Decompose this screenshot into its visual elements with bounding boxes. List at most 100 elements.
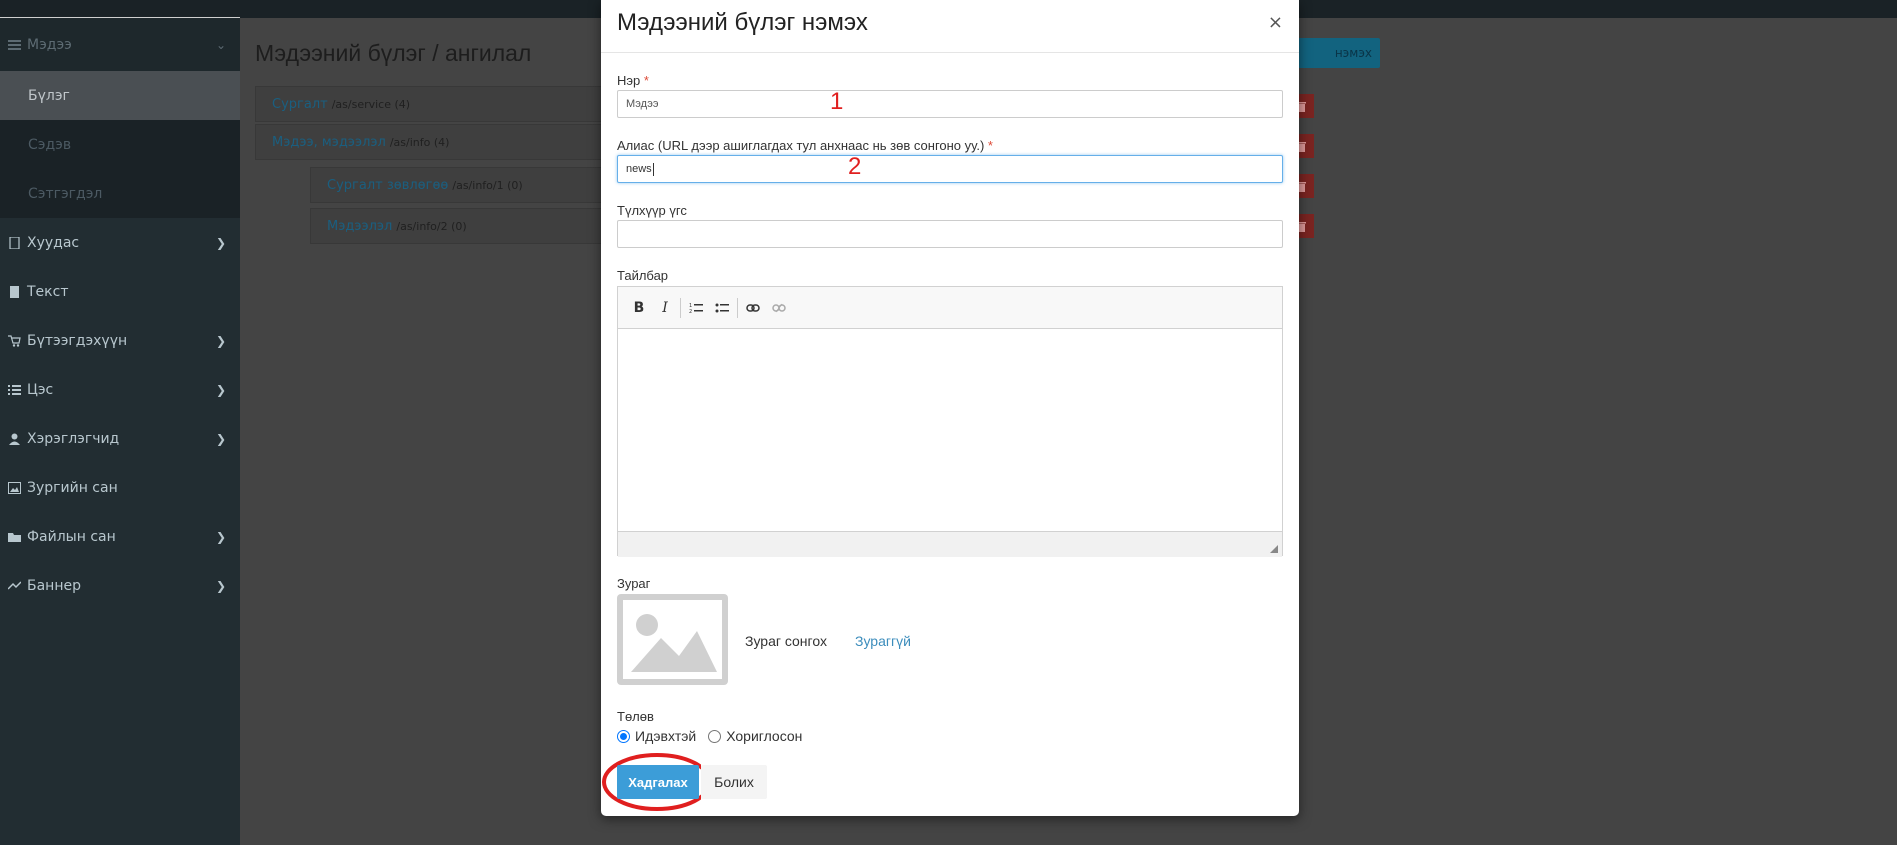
alias-label: Алиас (URL дээр ашиглагдах тул анхнаас н… [617, 138, 993, 153]
document-icon [8, 285, 21, 298]
file-icon [8, 235, 21, 250]
sidebar-item-label: Мэдээ [27, 36, 72, 53]
cancel-button[interactable]: Болих [701, 765, 767, 799]
toolbar-divider [680, 297, 681, 318]
list-icon [8, 39, 21, 51]
add-category-modal: Мэдээний бүлэг нэмэх × Нэр * Мэдээ 1 Али… [601, 0, 1299, 816]
rich-text-editor: B I 12 [617, 286, 1283, 557]
chevron-right-icon: ❯ [215, 235, 226, 250]
svg-text:2: 2 [689, 309, 692, 314]
editor-statusbar [618, 531, 1282, 557]
chevron-right-icon: ❯ [215, 333, 226, 348]
tree-row-name[interactable]: Сургалт зөвлөгөө [327, 178, 448, 193]
sidebar-item-users[interactable]: Хэрэглэгчид ❯ [0, 414, 240, 463]
sidebar-subitem-label: Сэтгэгдэл [28, 185, 103, 202]
list-icon [8, 384, 21, 396]
annotation-2: 2 [848, 153, 862, 180]
sidebar-subitem-topic[interactable]: Сэдэв [0, 120, 240, 169]
choose-image-button[interactable]: Зураг сонгох [745, 633, 827, 649]
tree-row-name[interactable]: Мэдээлэл [327, 219, 392, 234]
tree-row[interactable]: Сургалт зөвлөгөө /as/info/1 (0) [310, 167, 635, 203]
chevron-right-icon: ❯ [215, 529, 226, 544]
add-button-label: нэмэх [1334, 46, 1372, 60]
name-input-value: Мэдээ [626, 98, 659, 110]
tree-row-path: /as/service (4) [331, 97, 411, 111]
description-label: Тайлбар [617, 268, 669, 283]
sidebar-item-label: Зургийн сан [27, 479, 118, 496]
sidebar-subitem-label: Сэдэв [28, 136, 72, 153]
add-button[interactable]: нэмэх [1290, 38, 1380, 68]
name-label: Нэр * [617, 73, 649, 88]
tree-row-path: /as/info/2 (0) [396, 219, 467, 233]
required-mark: * [643, 73, 649, 88]
name-label-text: Нэр [617, 73, 641, 88]
page-title: Мэдээний бүлэг / ангилал [255, 40, 532, 66]
sidebar-item-gallery[interactable]: Зургийн сан [0, 463, 240, 512]
sidebar-item-label: Файлын сан [27, 528, 116, 545]
resize-handle[interactable] [1270, 545, 1278, 553]
sidebar-item-pages[interactable]: Хуудас ❯ [0, 218, 240, 267]
sidebar-item-products[interactable]: Бүтээгдэхүүн ❯ [0, 316, 240, 365]
bullet-list-icon[interactable] [709, 295, 735, 321]
status-active-radio[interactable] [617, 729, 630, 743]
tree-row[interactable]: Мэдээлэл /as/info/2 (0) [310, 208, 635, 244]
link-icon[interactable] [740, 295, 766, 321]
text-caret [652, 162, 654, 176]
status-radio-group: Идэвхтэй Хориглосон [617, 728, 802, 744]
image-icon [8, 481, 21, 494]
banner-icon [7, 580, 22, 592]
sidebar-item-text[interactable]: Текст [0, 267, 240, 316]
sidebar: Мэдээ ⌄ Бүлэг Сэдэв Сэтгэгдэл Хуудас ❯ Т… [0, 18, 240, 845]
tree-row-path: /as/info (4) [389, 135, 450, 149]
sidebar-item-label: Текст [27, 283, 69, 300]
sidebar-item-menu[interactable]: Цэс ❯ [0, 365, 240, 414]
sidebar-item-banner[interactable]: Баннер ❯ [0, 561, 240, 610]
italic-icon[interactable]: I [652, 295, 678, 321]
sidebar-subitem-group[interactable]: Бүлэг [0, 71, 240, 120]
user-icon [8, 433, 21, 445]
tree-row-name[interactable]: Мэдээ, мэдээлэл [272, 135, 386, 150]
toolbar-divider [737, 297, 738, 318]
alias-input[interactable]: news [617, 155, 1283, 183]
alias-label-text: Алиас (URL дээр ашиглагдах тул анхнаас н… [617, 138, 985, 153]
name-input[interactable]: Мэдээ [617, 90, 1283, 118]
tree-row[interactable]: Мэдээ, мэдээлэл /as/info (4) [255, 124, 635, 160]
sidebar-item-label: Хуудас [27, 234, 80, 251]
sidebar-subitem-comments[interactable]: Сэтгэгдэл [0, 169, 240, 218]
sidebar-item-label: Бүтээгдэхүүн [27, 332, 128, 349]
image-placeholder-icon[interactable] [617, 594, 728, 685]
sidebar-subitem-label: Бүлэг [28, 87, 70, 104]
tree-row[interactable]: Сургалт /as/service (4) [255, 86, 635, 122]
required-mark: * [987, 138, 993, 153]
modal-title: Мэдээний бүлэг нэмэх [617, 9, 868, 36]
no-image-link[interactable]: Зураггүй [855, 633, 911, 649]
tree-row-name[interactable]: Сургалт [272, 97, 328, 112]
chevron-right-icon: ❯ [215, 431, 226, 446]
status-active-label: Идэвхтэй [635, 728, 697, 744]
annotation-1: 1 [830, 88, 844, 115]
status-blocked-label: Хориглосон [726, 728, 803, 744]
save-button[interactable]: Хадгалах [617, 765, 699, 799]
chevron-right-icon: ❯ [215, 382, 226, 397]
status-blocked-radio[interactable] [708, 729, 722, 743]
chevron-right-icon: ❯ [215, 578, 226, 593]
editor-toolbar: B I 12 [618, 287, 1282, 329]
numbered-list-icon[interactable]: 12 [683, 295, 709, 321]
editor-body[interactable] [618, 329, 1282, 531]
sidebar-item-news[interactable]: Мэдээ ⌄ [0, 18, 240, 71]
sidebar-item-files[interactable]: Файлын сан ❯ [0, 512, 240, 561]
image-label: Зураг [617, 576, 651, 591]
chevron-down-icon: ⌄ [215, 37, 226, 52]
sidebar-item-label: Цэс [27, 381, 54, 398]
folder-icon [8, 531, 21, 543]
keyword-input[interactable] [617, 220, 1283, 248]
status-label: Төлөв [617, 709, 654, 724]
close-icon[interactable]: × [1268, 12, 1283, 33]
sidebar-item-label: Хэрэглэгчид [27, 430, 120, 447]
bold-icon[interactable]: B [626, 295, 652, 321]
cart-icon [8, 334, 21, 347]
keyword-label: Түлхүүр үгс [617, 203, 687, 218]
unlink-icon[interactable] [766, 295, 792, 321]
modal-header: Мэдээний бүлэг нэмэх × [601, 0, 1299, 53]
tree-row-path: /as/info/1 (0) [452, 178, 523, 192]
